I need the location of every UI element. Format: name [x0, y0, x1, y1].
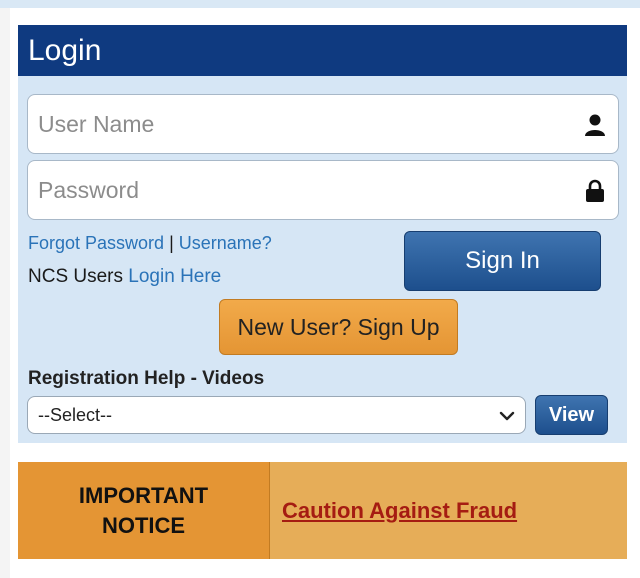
links-separator: |	[169, 233, 174, 253]
registration-video-select[interactable]: --Select--	[27, 396, 526, 434]
important-notice-title: IMPORTANT NOTICE	[18, 462, 270, 559]
left-shade	[0, 8, 10, 578]
ncs-login-link[interactable]: Login Here	[128, 266, 221, 287]
registration-help-label: Registration Help - Videos	[28, 368, 265, 389]
forgot-links-row: Forgot Password | Username?	[28, 233, 272, 254]
select-value: --Select--	[38, 404, 113, 425]
password-input[interactable]	[38, 170, 558, 210]
sign-up-button[interactable]: New User? Sign Up	[219, 299, 458, 355]
forgot-username-link[interactable]: Username?	[179, 233, 272, 253]
top-strip	[0, 0, 640, 8]
username-input[interactable]	[38, 104, 558, 144]
username-field[interactable]	[27, 94, 619, 154]
notice-link-area: Caution Against Fraud	[270, 462, 627, 559]
password-field[interactable]	[27, 160, 619, 220]
important-notice-bar: IMPORTANT NOTICE Caution Against Fraud	[18, 462, 627, 559]
caution-fraud-link[interactable]: Caution Against Fraud	[282, 498, 517, 524]
ncs-login-row: NCS Users Login Here	[28, 266, 221, 288]
forgot-password-link[interactable]: Forgot Password	[28, 233, 164, 253]
lock-icon	[586, 179, 604, 202]
login-title: Login	[28, 33, 102, 67]
ncs-users-label: NCS Users	[28, 266, 124, 287]
view-button[interactable]: View	[535, 395, 608, 435]
sign-in-button[interactable]: Sign In	[404, 231, 601, 291]
login-header: Login	[18, 25, 627, 76]
login-panel: Login Forgot Password | Username? NCS Us…	[18, 25, 627, 443]
user-icon	[585, 114, 605, 136]
chevron-down-icon	[499, 411, 515, 421]
